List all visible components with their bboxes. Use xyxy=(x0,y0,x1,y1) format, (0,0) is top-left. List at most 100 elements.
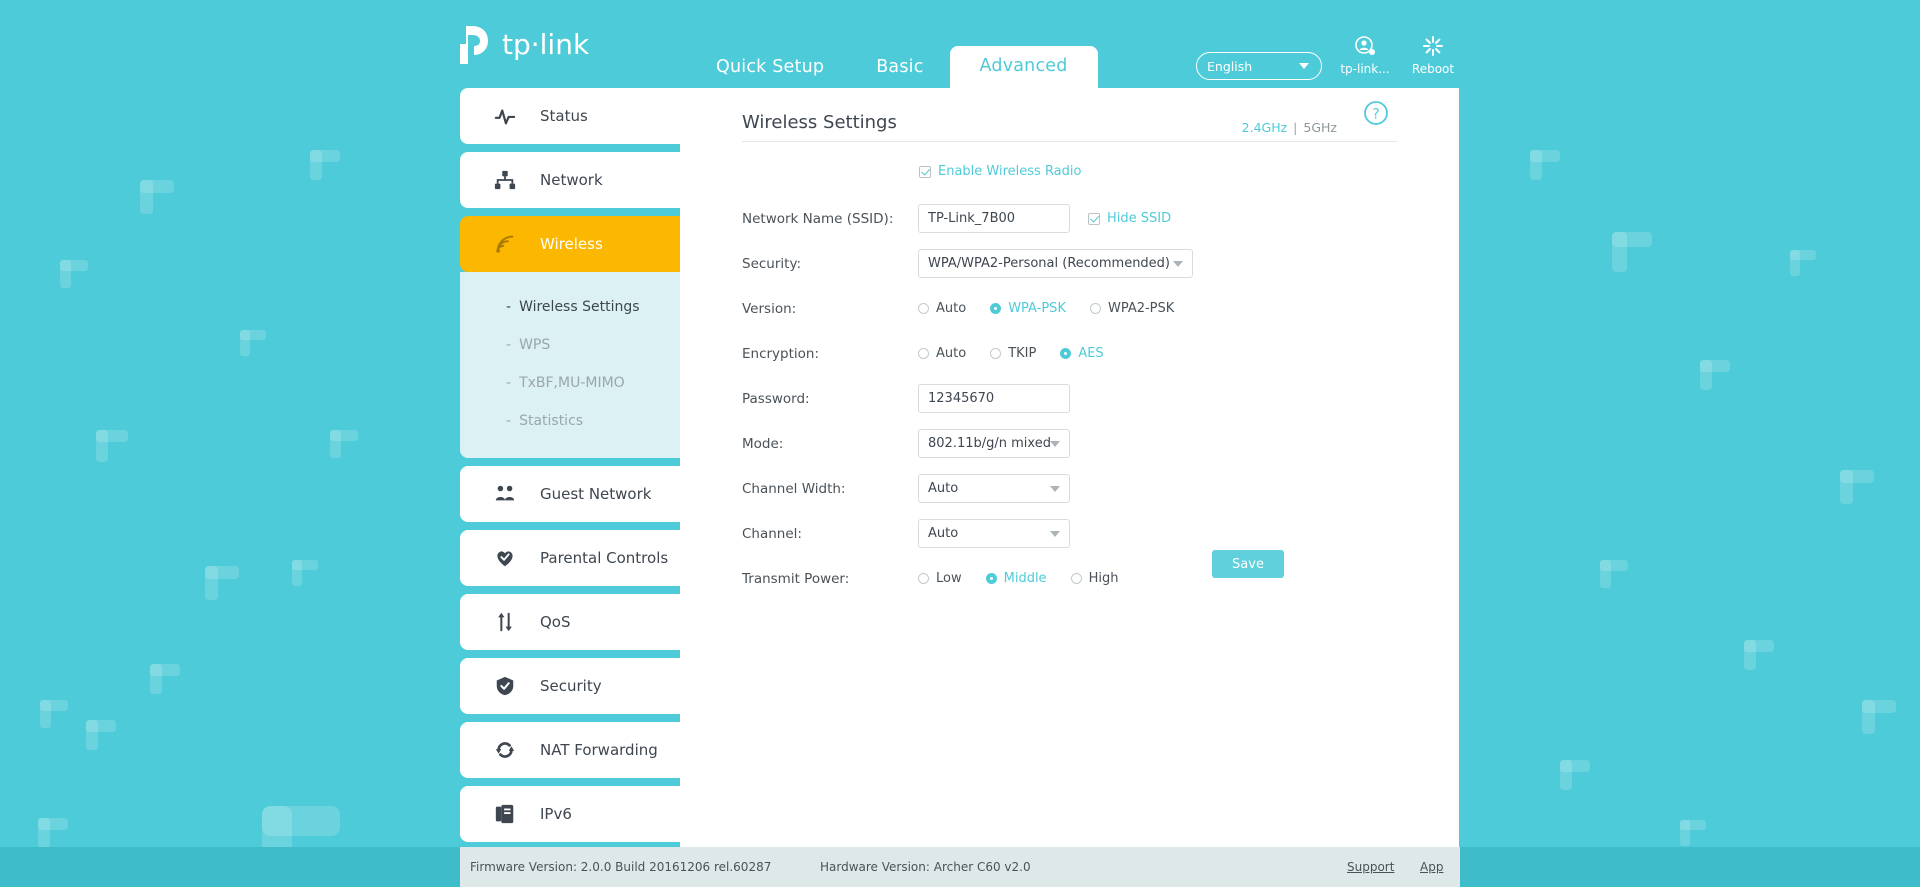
encryption-option-label: TKIP xyxy=(1008,346,1037,361)
channel-value: Auto xyxy=(928,526,959,541)
sidebar-item-nat-forwarding[interactable]: NAT Forwarding xyxy=(460,722,680,778)
language-select[interactable]: English xyxy=(1196,52,1322,80)
row-enable-wireless-radio: Enable Wireless Radio xyxy=(742,164,1382,190)
transmit-power-option-label: Middle xyxy=(1003,571,1047,586)
radio-circle xyxy=(990,303,1002,314)
sidebar-item-label: QoS xyxy=(540,613,571,631)
transmit-power-option-low[interactable]: Low xyxy=(918,571,962,586)
shield-check-icon xyxy=(492,673,518,699)
sidebar-item-label: Wireless xyxy=(540,235,603,253)
tp-link-cloud-button[interactable]: tp-link... xyxy=(1330,34,1400,76)
tp-link-logo: tp·link xyxy=(458,22,618,68)
encryption-option-aes[interactable]: AES xyxy=(1060,346,1104,361)
enable-wireless-radio-checkbox[interactable]: Enable Wireless Radio xyxy=(919,164,1081,179)
radio-circle xyxy=(1070,573,1082,584)
channel-width-value: Auto xyxy=(928,481,959,496)
enable-wireless-radio-label: Enable Wireless Radio xyxy=(938,164,1082,179)
version-option-wpa-psk[interactable]: WPA-PSK xyxy=(990,301,1066,316)
sidebar-item-guest-network[interactable]: Guest Network xyxy=(460,466,680,522)
tab-quick-setup[interactable]: Quick Setup xyxy=(690,49,850,89)
checkbox-box xyxy=(919,165,931,178)
sidebar-item-status[interactable]: Status xyxy=(460,88,680,144)
row-mode: Mode: 802.11b/g/n mixed xyxy=(742,429,1382,458)
submenu-item-label: Wireless Settings xyxy=(519,299,640,315)
version-option-auto[interactable]: Auto xyxy=(918,301,966,316)
sidebar-item-qos[interactable]: QoS xyxy=(460,594,680,650)
sidebar-item-ipv6[interactable]: IPv6 xyxy=(460,786,680,842)
channel-width-select[interactable]: Auto xyxy=(918,474,1070,503)
row-channel-width: Channel Width: Auto xyxy=(742,474,1382,503)
radio-circle xyxy=(985,573,997,584)
submenu-dash: - xyxy=(506,375,512,391)
band-separator: | xyxy=(1293,120,1298,135)
hide-ssid-checkbox[interactable]: Hide SSID xyxy=(1088,211,1171,226)
submenu-item-wps[interactable]: - WPS xyxy=(460,326,680,364)
wireless-submenu: - Wireless Settings - WPS - TxBF,MU-MIMO -S… xyxy=(460,272,680,458)
radio-circle xyxy=(918,348,929,359)
row-password: Password: xyxy=(742,384,1382,413)
channel-label: Channel: xyxy=(742,525,802,542)
submenu-item-label: WPS xyxy=(519,337,551,353)
transmit-power-option-label: Low xyxy=(936,571,962,586)
tab-advanced[interactable]: Advanced xyxy=(949,45,1098,88)
transmit-power-radio-group: Low Middle High xyxy=(918,571,1142,586)
sidebar-item-label: Parental Controls xyxy=(540,549,669,567)
page-header: Wireless Settings 2.4GHz | 5GHz ? xyxy=(742,88,1397,142)
help-icon[interactable]: ? xyxy=(1363,100,1389,126)
channel-select[interactable]: Auto xyxy=(918,519,1070,548)
app-link[interactable]: App xyxy=(1420,860,1443,874)
password-label: Password: xyxy=(742,390,810,407)
transmit-power-label: Transmit Power: xyxy=(742,570,850,587)
ssid-input[interactable] xyxy=(918,204,1070,233)
band-5ghz[interactable]: 5GHz xyxy=(1303,120,1337,135)
logo-wordmark: tp·link xyxy=(502,28,590,61)
sidebar-item-label: Status xyxy=(540,107,588,125)
radio-circle xyxy=(990,348,1002,359)
security-select[interactable]: WPA/WPA2-Personal (Recommended) xyxy=(918,249,1193,278)
version-label: Version: xyxy=(742,300,797,317)
wireless-settings-form: Enable Wireless Radio Network Name (SSID… xyxy=(742,164,1382,593)
reboot-button[interactable]: Reboot xyxy=(1398,34,1468,76)
submenu-dash: - xyxy=(506,299,512,315)
cloud-account-icon xyxy=(1330,34,1400,60)
sidebar-item-parental-controls[interactable]: Parental Controls xyxy=(460,530,680,586)
hide-ssid-label: Hide SSID xyxy=(1107,211,1172,226)
sidebar-item-security[interactable]: Security xyxy=(460,658,680,714)
encryption-option-auto[interactable]: Auto xyxy=(918,346,966,361)
mode-label: Mode: xyxy=(742,435,784,452)
chevron-down-icon xyxy=(1299,63,1309,69)
radio-circle xyxy=(918,303,929,314)
sidebar-item-network[interactable]: Network xyxy=(460,152,680,208)
mode-select[interactable]: 802.11b/g/n mixed xyxy=(918,429,1070,458)
support-link[interactable]: Support xyxy=(1347,860,1394,874)
pulse-icon xyxy=(492,103,518,129)
band-2-4ghz[interactable]: 2.4GHz xyxy=(1242,120,1288,135)
password-input[interactable] xyxy=(918,384,1070,413)
help-glyph: ? xyxy=(1372,107,1379,123)
submenu-item-label: Statistics xyxy=(519,413,584,429)
security-label: Security: xyxy=(742,255,802,272)
tab-basic[interactable]: Basic xyxy=(850,49,949,89)
transmit-power-option-high[interactable]: High xyxy=(1070,571,1118,586)
app-footer: Firmware Version: 2.0.0 Build 20161206 r… xyxy=(0,847,1920,887)
submenu-item-txbf-mumimo[interactable]: - TxBF,MU-MIMO xyxy=(460,364,680,402)
wifi-signal-icon xyxy=(492,231,518,257)
language-value: English xyxy=(1207,58,1253,74)
main-nav-tabs[interactable]: Quick Setup Basic Advanced xyxy=(690,44,1098,88)
submenu-item-wireless-settings[interactable]: - Wireless Settings xyxy=(460,288,680,326)
reboot-icon xyxy=(1398,34,1468,60)
guests-icon xyxy=(492,481,518,507)
radio-circle xyxy=(918,573,929,584)
version-option-wpa2-psk[interactable]: WPA2-PSK xyxy=(1089,301,1174,316)
security-value: WPA/WPA2-Personal (Recommended) xyxy=(928,256,1171,271)
submenu-item-statistics[interactable]: - Statistics xyxy=(460,402,680,440)
footer-right-band xyxy=(1460,847,1920,887)
radio-circle xyxy=(1060,348,1072,359)
encryption-option-tkip[interactable]: TKIP xyxy=(990,346,1036,361)
version-radio-group: Auto WPA-PSK WPA2-PSK xyxy=(918,301,1198,316)
band-switch[interactable]: 2.4GHz | 5GHz xyxy=(1242,120,1337,135)
sidebar-item-wireless[interactable]: Wireless xyxy=(460,216,680,272)
save-button[interactable]: Save xyxy=(1212,550,1284,578)
transmit-power-option-middle[interactable]: Middle xyxy=(985,571,1047,586)
row-transmit-power: Transmit Power: Low Middle High xyxy=(742,564,1382,593)
